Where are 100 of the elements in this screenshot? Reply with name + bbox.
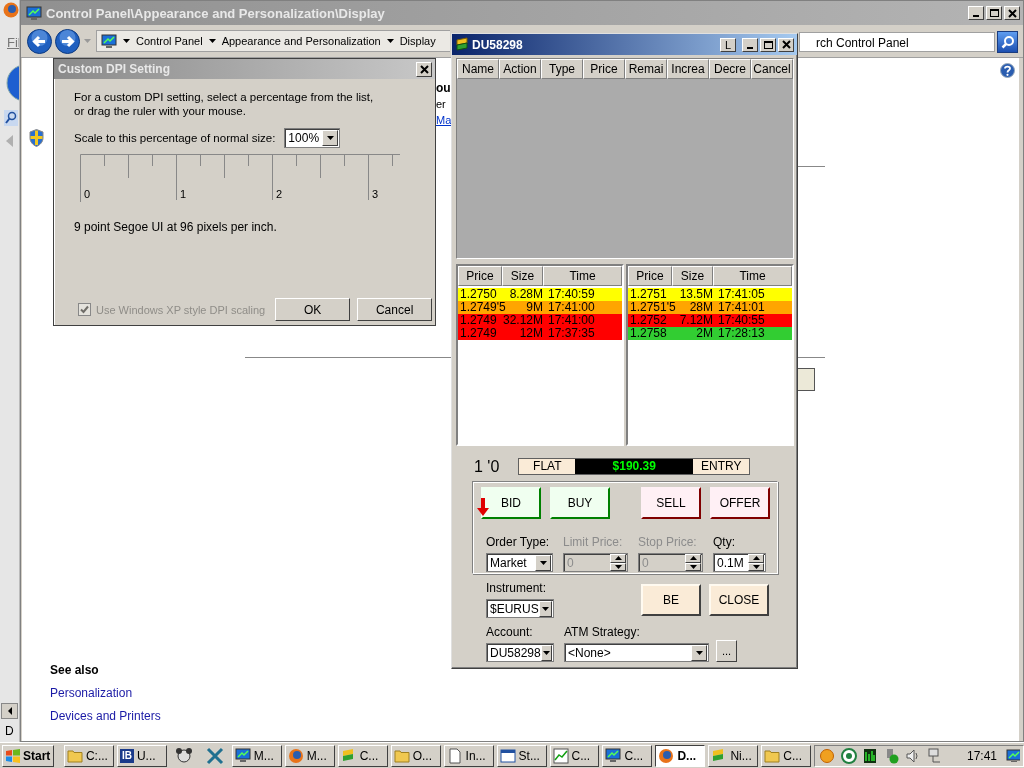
taskbar-button[interactable]: D... (655, 744, 706, 767)
column-header[interactable]: Decre (709, 59, 751, 79)
column-header[interactable]: Price (628, 266, 672, 286)
column-header[interactable]: Remai (625, 59, 667, 79)
animal-icon[interactable] (173, 745, 194, 766)
taskbar-button[interactable]: M... (231, 744, 282, 767)
column-header[interactable]: Time (543, 266, 622, 286)
column-header[interactable]: Action (499, 59, 541, 79)
table-cell-text: 1.2752 (629, 314, 668, 327)
spinner-field: 0 (638, 553, 703, 572)
taskbar-button[interactable]: C... (602, 744, 653, 767)
table-cell-text: 12M (518, 327, 543, 340)
taskbar-button[interactable]: St... (496, 744, 547, 767)
taskbar-button[interactable]: O... (390, 744, 441, 767)
breadcrumb-item[interactable]: Control Panel (136, 35, 203, 47)
column-header[interactable]: Type (541, 59, 583, 79)
column-header[interactable]: Size (502, 266, 543, 286)
more-button[interactable]: ... (716, 640, 737, 662)
sell-side-button[interactable]: SELL (641, 487, 701, 519)
close-button[interactable] (778, 37, 794, 52)
back-button-icon[interactable] (5, 64, 19, 102)
buy-side-button[interactable]: BUY (550, 487, 610, 519)
buy-side-button[interactable]: BID (481, 487, 541, 519)
globe-icon (287, 747, 304, 764)
monitor-icon (605, 747, 622, 764)
column-header[interactable]: Size (672, 266, 713, 286)
forward-button[interactable] (55, 28, 80, 54)
column-header[interactable]: Increa (667, 59, 709, 79)
spin-down-button[interactable] (748, 562, 764, 571)
ring-icon[interactable] (841, 747, 858, 764)
window-icon (499, 747, 516, 764)
position-button[interactable]: BE (641, 584, 701, 616)
address-bar[interactable]: Control Panel Appearance and Personalization Display (96, 30, 450, 52)
minimize-button[interactable] (968, 6, 984, 20)
dropdown[interactable]: Market (486, 553, 553, 572)
network-icon[interactable] (927, 747, 942, 764)
ruler-label: 2 (276, 188, 283, 200)
search-field[interactable]: rch Control Panel (799, 32, 995, 52)
taskbar-button[interactable]: C... (761, 744, 812, 767)
scroll-left-button[interactable] (1, 703, 18, 719)
scale-dropdown[interactable]: 100% (284, 128, 341, 148)
maximize-button[interactable] (986, 6, 1002, 20)
dropdown[interactable]: $EURUS (486, 599, 554, 618)
caret-icon (325, 134, 335, 142)
spin-up-button[interactable] (748, 554, 764, 563)
help-icon[interactable] (1000, 63, 1015, 78)
position-button[interactable]: CLOSE (709, 584, 769, 616)
search-button[interactable] (997, 31, 1018, 53)
link[interactable]: Ma (436, 112, 452, 128)
arrow-left-icon (6, 707, 13, 715)
taskbar-button[interactable]: C:... (63, 744, 114, 767)
field-label: Qty: (713, 535, 736, 549)
lock-button[interactable]: L (720, 37, 736, 52)
maximize-button[interactable] (760, 37, 776, 52)
close-button[interactable] (1004, 6, 1020, 20)
table-cell-text: 17:41:00 (547, 314, 596, 327)
checkbox-label: Use Windows XP style DPI scaling (96, 303, 266, 316)
link[interactable]: Personalization (50, 686, 133, 700)
minimize-button[interactable] (742, 37, 758, 52)
breadcrumb-item[interactable]: Appearance and Personalization (221, 35, 381, 47)
taskbar-button[interactable]: In... (443, 744, 494, 767)
minimize-icon (973, 15, 979, 17)
taskbar-button[interactable]: IB U... (116, 744, 167, 767)
link[interactable]: Devices and Printers (50, 709, 161, 723)
field-label: ATM Strategy: (564, 625, 641, 639)
field-label: Limit Price: (563, 535, 624, 549)
monitor-icon[interactable] (1006, 749, 1021, 762)
table-cell-text: 17:41:01 (717, 301, 766, 314)
dropdown[interactable]: <None> (564, 643, 709, 662)
taskbar-button[interactable]: Ni... (708, 744, 759, 767)
close-button[interactable] (416, 61, 432, 77)
taskbar-button[interactable]: M... (284, 744, 335, 767)
close-icon (781, 40, 791, 49)
taskbar-button[interactable]: C... (337, 744, 388, 767)
column-header[interactable]: Name (457, 59, 499, 79)
table-cell-text: 13.5M (678, 288, 713, 301)
ruler-label: 3 (372, 188, 379, 200)
cancel-button[interactable]: Cancel (357, 298, 433, 321)
caret-icon[interactable] (122, 37, 131, 45)
spinner-field[interactable]: 0.1M (713, 553, 766, 572)
speaker-icon[interactable] (906, 748, 921, 763)
sell-side-button[interactable]: OFFER (710, 487, 770, 519)
circle-icon[interactable] (820, 748, 835, 763)
menu-item[interactable]: Fil (7, 35, 19, 50)
ok-button[interactable]: OK (275, 298, 351, 321)
breadcrumb-item[interactable]: Display (399, 35, 436, 47)
column-header[interactable]: Price (583, 59, 625, 79)
table-cell-text: 7.12M (678, 314, 713, 327)
meter-icon[interactable] (864, 748, 877, 763)
taskbar-button[interactable]: C... (549, 744, 600, 767)
column-header[interactable]: Price (458, 266, 502, 286)
dropdown[interactable]: DU58298 (486, 643, 554, 662)
caret-icon[interactable] (207, 37, 217, 45)
start-button[interactable]: Start (2, 744, 54, 767)
document-icon (446, 747, 463, 764)
column-header[interactable]: Time (713, 266, 792, 286)
cross-icon[interactable] (204, 745, 225, 766)
back-button[interactable] (27, 28, 52, 54)
column-header[interactable]: Cancel (751, 59, 793, 79)
caret-icon[interactable] (385, 37, 395, 45)
